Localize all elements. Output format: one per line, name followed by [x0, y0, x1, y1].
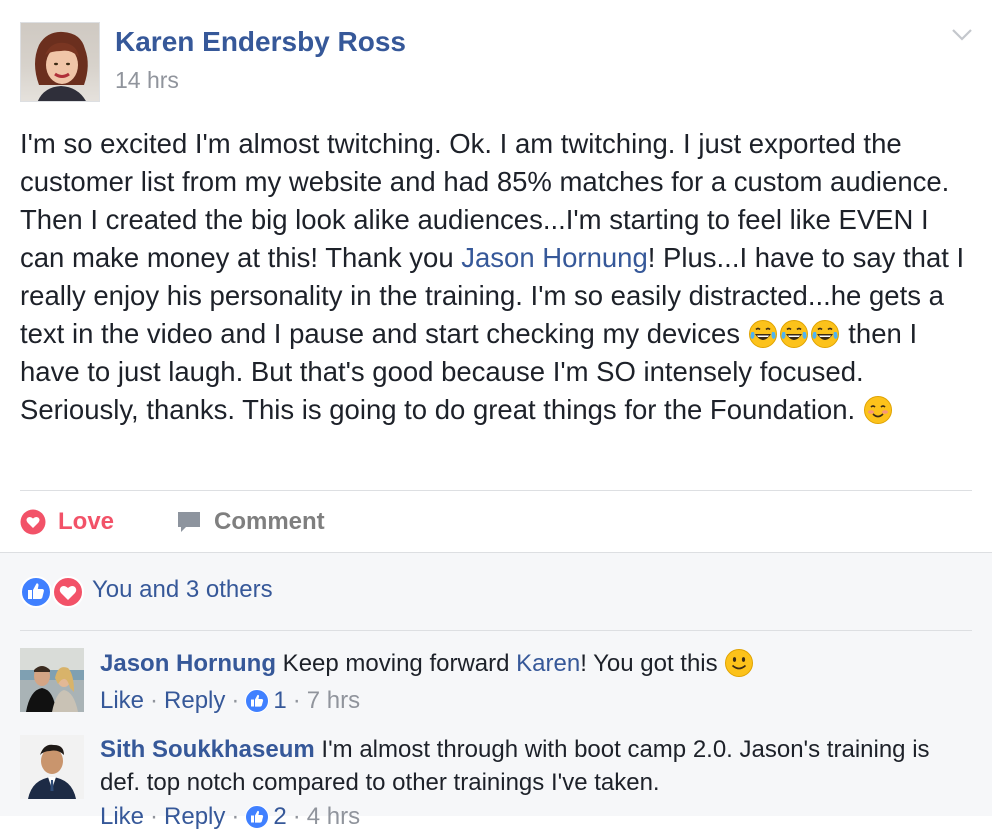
commenter-avatar-sith[interactable] — [20, 735, 84, 799]
author-photo — [35, 31, 88, 101]
mention-karen[interactable]: Karen — [516, 650, 580, 677]
comment-author-name[interactable]: Sith Soukkhaseum — [100, 736, 315, 763]
post-author-name[interactable]: Karen Endersby Ross — [115, 26, 406, 58]
comment-like-link[interactable]: Like — [100, 687, 144, 715]
comment-timestamp[interactable]: 4 hrs — [307, 803, 360, 831]
comment-like-count[interactable]: 2 — [273, 803, 286, 831]
like-count-icon[interactable] — [245, 689, 269, 713]
reactions-summary[interactable]: You and 3 others — [92, 576, 273, 604]
separator-dot: · — [150, 803, 159, 830]
like-icon — [20, 576, 52, 608]
separator-dot: · — [292, 803, 301, 830]
separator-dot: · — [150, 687, 159, 714]
comment-text: Keep moving forward — [276, 650, 517, 677]
commenter-photo — [20, 648, 84, 712]
comment-reply-link[interactable]: Reply — [164, 803, 225, 831]
mention-jason-hornung[interactable]: Jason Hornung — [461, 242, 648, 273]
like-count-icon[interactable] — [245, 805, 269, 829]
love-label: Love — [58, 508, 115, 535]
post-card: Karen Endersby Ross 14 hrs I'm so excite… — [0, 0, 992, 552]
love-button[interactable]: Love — [20, 505, 114, 539]
comment-button[interactable]: Comment — [176, 505, 325, 539]
commenter-photo — [20, 735, 84, 799]
divider — [20, 630, 972, 631]
separator-dot: · — [231, 687, 240, 714]
post-body: I'm so excited I'm almost twitching. Ok.… — [20, 125, 975, 429]
smiling-blush-emoji — [863, 395, 893, 425]
comment-body: Jason Hornung Keep moving forward Karen!… — [100, 647, 970, 680]
comment-icon — [178, 512, 200, 532]
comment-text: ! You got this — [580, 650, 725, 677]
reaction-icons[interactable] — [20, 575, 86, 609]
comment-reply-link[interactable]: Reply — [164, 687, 225, 715]
author-avatar[interactable] — [20, 22, 100, 102]
commenter-avatar-jason[interactable] — [20, 648, 84, 712]
separator-dot: · — [231, 803, 240, 830]
slight-smile-emoji — [724, 648, 754, 678]
tears-of-joy-emoji — [748, 319, 778, 349]
divider — [20, 490, 972, 491]
love-icon — [52, 576, 84, 608]
comment-body: Sith Soukkhaseum I'm almost through with… — [100, 733, 970, 799]
comment-meta: Like · Reply · 1 · 7 hrs — [100, 687, 360, 715]
chevron-down-icon[interactable] — [950, 27, 974, 43]
tears-of-joy-emoji — [810, 319, 840, 349]
comment-timestamp[interactable]: 7 hrs — [307, 687, 360, 715]
love-icon — [20, 509, 46, 535]
comment-label: Comment — [214, 508, 325, 535]
separator-dot: · — [292, 687, 301, 714]
post-timestamp[interactable]: 14 hrs — [115, 67, 179, 94]
comment-like-count[interactable]: 1 — [273, 687, 286, 715]
comment-like-link[interactable]: Like — [100, 803, 144, 831]
comment-author-name[interactable]: Jason Hornung — [100, 650, 276, 677]
tears-of-joy-emoji — [779, 319, 809, 349]
comment-meta: Like · Reply · 2 · 4 hrs — [100, 803, 360, 831]
